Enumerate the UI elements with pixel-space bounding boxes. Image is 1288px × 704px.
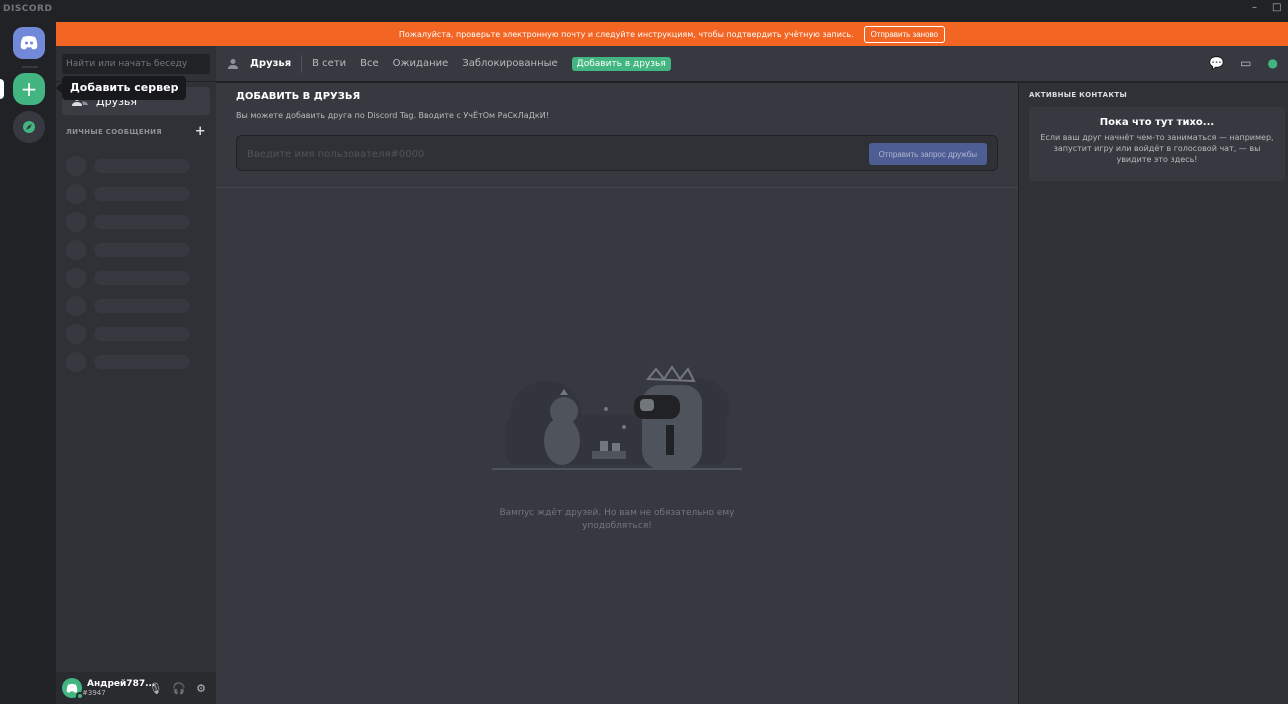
inbox-icon[interactable]: ▭ [1240,56,1251,70]
friends-icon [228,58,238,69]
add-server-button[interactable]: + [13,73,45,105]
maximize-button[interactable]: □ [1272,2,1281,13]
title-bar: DISCORD – □ [0,0,1288,22]
dm-header-label: ЛИЧНЫЕ СООБЩЕНИЯ [66,128,163,136]
dm-placeholder [66,268,190,288]
minimize-button[interactable]: – [1252,2,1257,13]
avatar[interactable] [62,678,84,700]
page-title: Друзья [228,58,291,70]
discord-logo-icon [66,683,78,693]
new-group-dm-icon[interactable]: 💬 [1209,56,1224,70]
user-tag: #3947 [82,689,106,697]
username-input[interactable] [247,146,837,162]
dm-placeholder [66,240,190,260]
dm-placeholder [66,212,190,232]
wumpus-illustration-icon [492,365,742,470]
notice-text: Пожалуйста, проверьте электронную почту … [398,29,854,39]
add-friend-title: ДОБАВИТЬ В ДРУЗЬЯ [236,91,361,102]
active-now-panel: АКТИВНЫЕ КОНТАКТЫ Пока что тут тихо... Е… [1018,83,1288,704]
home-button[interactable] [13,27,45,59]
username: Андрей787... [87,679,156,689]
dm-placeholder [66,324,190,344]
tab-blocked[interactable]: Заблокированные [462,58,557,69]
create-dm-plus-icon[interactable]: + [195,124,206,139]
active-now-empty-card: Пока что тут тихо... Если ваш друг начнё… [1029,107,1285,181]
empty-state-text: Вампус ждёт друзей. Но вам не обязательн… [499,508,735,531]
tab-add-friend[interactable]: Добавить в друзья [571,56,671,71]
tab-pending[interactable]: Ожидание [393,58,449,69]
add-friend-description: Вы можете добавить друга по Discord Tag.… [236,111,549,120]
search-input[interactable]: Найти или начать беседу [62,54,210,74]
dm-placeholder [66,352,190,372]
add-friend-panel: ДОБАВИТЬ В ДРУЗЬЯ Вы можете добавить дру… [216,83,1018,704]
active-now-title: Пока что тут тихо... [1099,117,1215,128]
active-now-header: АКТИВНЫЕ КОНТАКТЫ [1029,91,1128,99]
rail-separator [22,66,38,68]
microphone-icon[interactable]: 🎙 [148,682,162,695]
discord-app: DISCORD – □ + Добавить сервер Пожалуйста… [0,0,1288,704]
add-friend-form: Отправить запрос дружбы [236,135,998,171]
resend-button[interactable]: Отправить заново [863,25,946,43]
dm-placeholder [66,156,190,176]
dm-sidebar: Найти или начать беседу Друзья ЛИЧНЫЕ СО… [56,46,216,704]
toolbar-actions: 💬 ▭ ● [1209,56,1278,70]
verify-email-notice: Пожалуйста, проверьте электронную почту … [56,22,1288,46]
user-panel: Андрей787... #3947 🎙 🎧 ⚙ [56,672,216,704]
user-controls: 🎙 🎧 ⚙ [148,682,206,695]
online-status-icon [76,692,84,700]
dm-placeholder [66,296,190,316]
gear-icon[interactable]: ⚙ [196,682,206,695]
compass-icon [23,121,35,133]
user-info: Андрей787... #3947 [82,679,155,697]
help-icon[interactable]: ● [1268,56,1278,70]
brand-logo: DISCORD [3,4,53,14]
headphones-icon[interactable]: 🎧 [172,682,186,695]
server-rail: + [0,22,56,704]
send-friend-request-button[interactable]: Отправить запрос дружбы [868,143,987,165]
friends-toolbar: Друзья В сети Все Ожидание Заблокированн… [216,46,1288,82]
tab-all[interactable]: Все [360,58,379,69]
discord-logo-icon [20,36,38,50]
active-now-text: Если ваш друг начнёт чем-то заниматься —… [1040,133,1274,164]
plus-icon: + [20,77,38,101]
page-title-text: Друзья [250,58,292,69]
add-server-tooltip: Добавить сервер [55,76,187,100]
tab-online[interactable]: В сети [312,58,346,69]
explore-servers-button[interactable] [13,111,45,143]
hover-indicator [0,79,4,99]
toolbar-divider [301,54,303,73]
section-divider [216,187,1018,188]
dm-section-header: ЛИЧНЫЕ СООБЩЕНИЯ + [66,124,206,139]
dm-placeholder [66,184,190,204]
